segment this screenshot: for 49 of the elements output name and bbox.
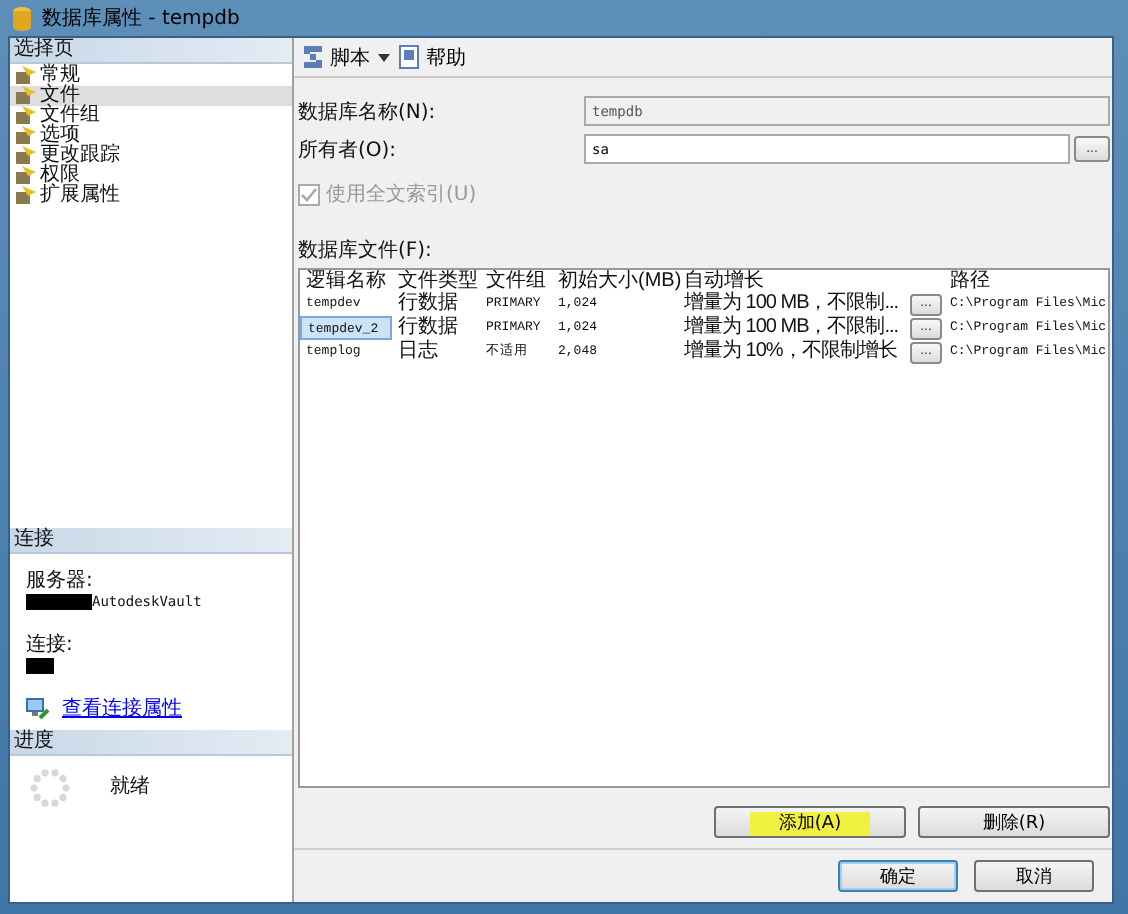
ok-button[interactable]: 确定 xyxy=(838,860,958,892)
page-icon xyxy=(14,186,36,206)
server-label: 服务器: xyxy=(26,568,95,594)
table-cell-text: 增量为 10%，不限制增长 xyxy=(682,340,899,364)
field-label: 数据库名称(N): xyxy=(298,99,438,125)
checkbox-label: 使用全文索引(U) xyxy=(326,181,477,208)
column-header[interactable]: 逻辑名称 xyxy=(300,270,392,292)
table-cell-text: 增量为 100 MB，不限制... xyxy=(682,316,901,339)
column-header[interactable]: 自动增长 xyxy=(678,270,944,292)
page-icon xyxy=(14,86,36,106)
sidebar-item[interactable]: 常规 xyxy=(10,66,292,86)
page-icon xyxy=(14,126,36,146)
column-header[interactable]: 路径 xyxy=(944,270,1108,292)
field-label: 所有者(O): xyxy=(298,137,399,163)
remove-button[interactable]: 删除(R) xyxy=(918,806,1110,838)
add-button[interactable]: 添加(A) xyxy=(714,806,906,838)
section-header: 连接 xyxy=(10,528,292,554)
table-cell-text: 行数据 xyxy=(396,292,460,316)
redaction-bar xyxy=(26,594,92,610)
sidebar-item[interactable]: 文件 xyxy=(10,86,292,106)
sidebar-item[interactable]: 权限 xyxy=(10,166,292,186)
connection-properties-link[interactable]: 查看连接属性 xyxy=(62,694,182,722)
page-icon xyxy=(14,166,36,186)
redaction-bar xyxy=(26,658,54,674)
sidebar-item[interactable]: 文件组 xyxy=(10,106,292,126)
progress-status: 就绪 xyxy=(110,773,150,800)
help-button[interactable]: 帮助 xyxy=(398,43,466,71)
connection-label: 连接: xyxy=(26,631,75,658)
table-cell-text: 日志 xyxy=(396,340,440,364)
table-cell-text: 行数据 xyxy=(396,316,460,339)
sidebar-item[interactable]: 扩展属性 xyxy=(10,186,292,206)
page-icon xyxy=(14,146,36,166)
caret-icon[interactable] xyxy=(378,53,390,61)
section-header: 选择页 xyxy=(10,38,292,64)
sidebar-item[interactable]: 更改跟踪 xyxy=(10,146,292,166)
help-icon xyxy=(398,44,422,70)
connection-icon xyxy=(26,696,50,720)
page-icon xyxy=(14,106,36,126)
database-icon xyxy=(12,5,32,31)
cancel-button[interactable]: 取消 xyxy=(974,860,1094,892)
section-label: 数据库文件(F): xyxy=(298,237,434,264)
script-button[interactable]: 脚本 xyxy=(300,43,370,71)
page-icon xyxy=(14,66,36,86)
window-title: 数据库属性 - tempdb xyxy=(42,5,240,32)
spinner-icon xyxy=(30,768,70,808)
script-icon xyxy=(300,44,326,70)
section-header: 进度 xyxy=(10,730,292,756)
sidebar-item[interactable]: 选项 xyxy=(10,126,292,146)
table-cell-text: 增量为 100 MB，不限制... xyxy=(682,292,901,315)
